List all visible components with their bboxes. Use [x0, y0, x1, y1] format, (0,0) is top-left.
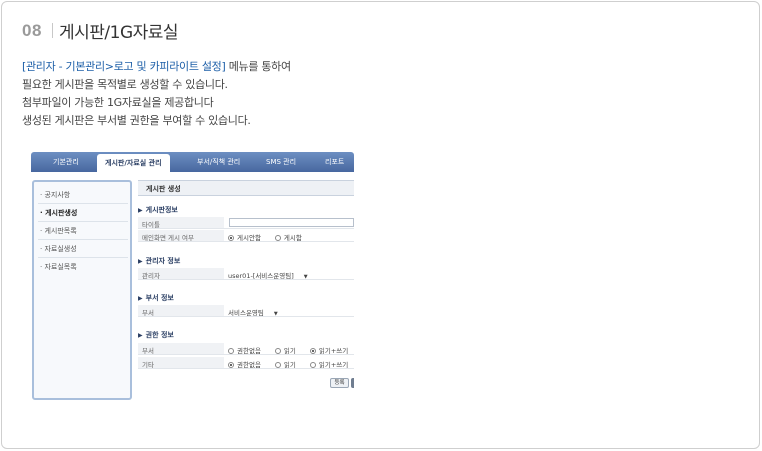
section-number: 08: [22, 21, 42, 40]
panel-title: 게시판 생성: [146, 185, 181, 193]
radio-icon: [309, 362, 316, 368]
admin-screenshot: 기본관리 게시판/자료실 관리 부서/직책 관리 SMS 관리 리포트 · 공지…: [31, 152, 354, 400]
description-line-4: 생성된 게시판은 부서별 권한을 부여할 수 있습니다.: [22, 114, 251, 127]
leftnav-notice[interactable]: · 공지사항: [40, 190, 70, 200]
radio-perm-rw[interactable]: 읽기+쓰기: [309, 359, 348, 369]
group-manager-info: ▶ 관리자 정보: [138, 257, 181, 265]
group-perm-info: ▶ 권한 정보: [138, 331, 174, 339]
radio-perm-read[interactable]: 읽기: [274, 345, 296, 355]
triangle-icon: ▶: [138, 258, 143, 265]
description-line-3: 첨부파일이 가능한 1G자료실을 제공합니다: [22, 96, 214, 109]
leftnav-archive-list[interactable]: · 자료실목록: [40, 262, 77, 272]
group-dept-info: ▶ 부서 정보: [138, 294, 174, 302]
topnav-basic[interactable]: 기본관리: [53, 157, 79, 167]
manager-select[interactable]: user01-[서비스운영팀] ▼: [228, 268, 308, 280]
dropdown-arrow-icon: ▼: [303, 274, 308, 280]
radio-show[interactable]: 게시함: [274, 232, 302, 242]
radio-perm-none[interactable]: 권한없음: [228, 345, 261, 355]
radio-icon: [274, 235, 281, 241]
topnav-board[interactable]: 게시판/자료실 관리: [97, 154, 170, 172]
radio-perm-none[interactable]: 권한없음: [228, 359, 261, 369]
description-line-2: 필요한 게시판을 목적별로 생성할 수 있습니다.: [22, 78, 228, 91]
menu-path: [관리자 - 기본관리>로고 및 카피라이트 설정]: [22, 60, 226, 73]
row-main-display: 메인화면 게시 여부 게시안함 게시함: [138, 230, 354, 242]
radio-perm-rw[interactable]: 읽기+쓰기: [309, 345, 348, 355]
radio-icon: [309, 348, 316, 354]
topnav-sms[interactable]: SMS 관리: [266, 157, 296, 167]
section-title: 게시판/1G자료실: [59, 23, 179, 43]
row-manager: 관리자 user01-[서비스운영팀] ▼: [138, 268, 354, 280]
section-divider: [52, 23, 53, 38]
triangle-icon: ▶: [138, 207, 143, 214]
submit-button[interactable]: 등록: [330, 378, 349, 388]
admin-top-nav: 기본관리 게시판/자료실 관리 부서/직책 관리 SMS 관리 리포트: [31, 152, 354, 172]
row-perm-other: 기타 권한없음 읽기 읽기+쓰기: [138, 357, 354, 369]
triangle-icon: ▶: [138, 332, 143, 339]
radio-icon: [274, 348, 281, 354]
admin-left-nav: · 공지사항 · 게시판생성 · 게시판목록 · 자료실생성 · 자료실목록: [32, 180, 132, 400]
content-frame: 08 게시판/1G자료실 [관리자 - 기본관리>로고 및 카피라이트 설정] …: [1, 1, 760, 449]
title-input[interactable]: [229, 218, 354, 227]
row-dept: 부서 서비스운영팀 ▼: [138, 305, 354, 317]
radio-perm-read[interactable]: 읽기: [274, 359, 296, 369]
create-board-panel: 게시판 생성 ▶ 게시판정보 타이틀 메인화면 게시 여부 게시안함 게시함 ▶ 관리…: [138, 180, 354, 400]
radio-icon: [228, 235, 234, 241]
row-perm-dept: 부서 권한없음 읽기 읽기+쓰기: [138, 343, 354, 355]
row-title: 타이틀: [138, 217, 354, 229]
leftnav-create-archive[interactable]: · 자료실생성: [40, 244, 77, 254]
leftnav-board-list[interactable]: · 게시판목록: [40, 226, 77, 236]
topnav-dept[interactable]: 부서/직책 관리: [197, 157, 240, 167]
description: [관리자 - 기본관리>로고 및 카피라이트 설정] 메뉴를 통하여 필요한 게…: [22, 58, 291, 130]
radio-icon: [228, 362, 234, 368]
triangle-icon: ▶: [138, 295, 143, 302]
description-line-1: [관리자 - 기본관리>로고 및 카피라이트 설정] 메뉴를 통하여: [22, 60, 291, 73]
radio-icon: [228, 348, 234, 354]
radio-icon: [274, 362, 281, 368]
cancel-button[interactable]: [351, 378, 354, 388]
dept-select[interactable]: 서비스운영팀 ▼: [228, 305, 278, 317]
leftnav-create-board[interactable]: · 게시판생성: [40, 208, 77, 218]
dropdown-arrow-icon: ▼: [273, 311, 278, 317]
radio-hide[interactable]: 게시안함: [228, 232, 261, 242]
panel-header: 게시판 생성: [138, 180, 354, 196]
topnav-report[interactable]: 리포트: [325, 157, 344, 167]
group-board-info: ▶ 게시판정보: [138, 206, 178, 214]
